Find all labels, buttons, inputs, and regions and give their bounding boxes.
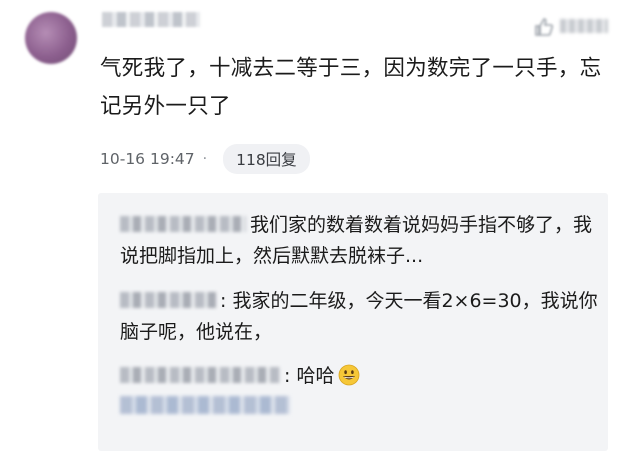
reply-item[interactable]: : 我家的二年级，今天一看2×6=30，我说你脑子呢，他说在， <box>120 286 598 348</box>
view-all-replies-link-blurred[interactable] <box>120 396 290 414</box>
reply-username-blurred[interactable] <box>120 366 280 383</box>
reply-username-blurred[interactable] <box>120 291 216 308</box>
username-blurred[interactable] <box>102 12 200 27</box>
reply-item[interactable]: : 哈哈 <box>120 361 598 392</box>
reply-username-blurred[interactable] <box>120 215 246 232</box>
comment-meta: 10-16 19:47 · 118回复 <box>100 144 310 174</box>
replies-panel: 我们家的数着数着说妈妈手指不够了，我说把脚指加上，然后默默去脱袜子... : 我… <box>98 193 608 451</box>
reply-count-button[interactable]: 118回复 <box>223 144 310 174</box>
grinning-face-icon <box>339 364 360 385</box>
avatar[interactable] <box>25 12 77 64</box>
like-button[interactable] <box>534 16 612 38</box>
reply-item[interactable]: 我们家的数着数着说妈妈手指不够了，我说把脚指加上，然后默默去脱袜子... <box>120 210 598 272</box>
reply-text: : 哈哈 <box>284 365 335 387</box>
comment-text: 气死我了，十减去二等于三，因为数完了一只手，忘记另外一只了 <box>100 56 602 119</box>
meta-separator: · <box>202 151 208 167</box>
thumbs-up-icon <box>535 18 554 36</box>
comment-timestamp: 10-16 19:47 <box>100 150 195 168</box>
like-count-blurred <box>560 19 608 33</box>
